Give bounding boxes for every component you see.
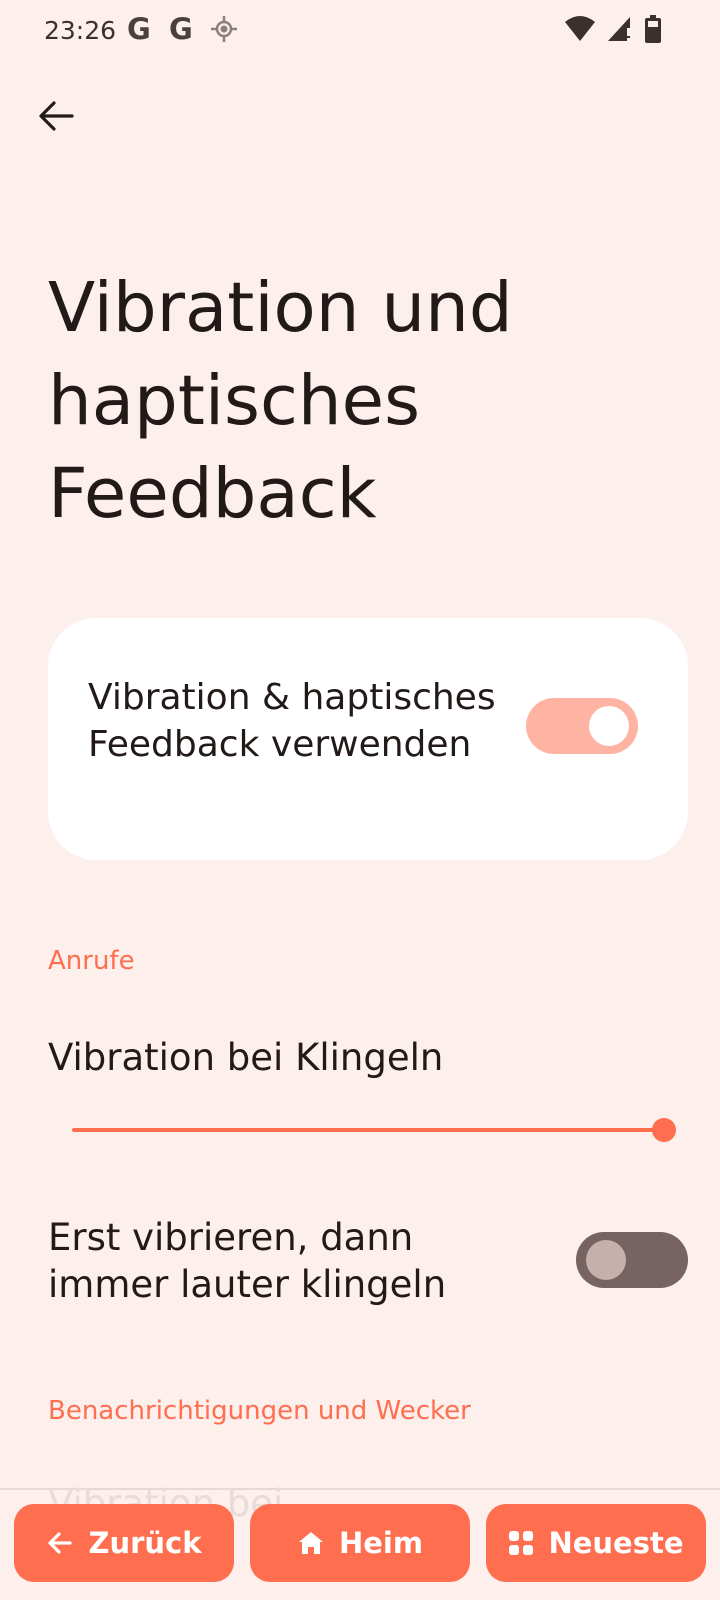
google-icon: G: [126, 12, 154, 49]
arrow-left-icon: [46, 1529, 74, 1557]
nav-home-button[interactable]: Heim: [250, 1504, 470, 1582]
vibrate-then-ring-label: Erst vibrieren, dann immer lauter klinge…: [48, 1216, 447, 1306]
switch-knob: [586, 1240, 626, 1280]
slider-track[interactable]: [72, 1128, 664, 1132]
slider-thumb[interactable]: [652, 1118, 676, 1142]
page-title: Vibration und haptisches Feedback: [48, 268, 513, 534]
svg-text:G: G: [169, 14, 193, 44]
main-toggle-switch[interactable]: [526, 698, 638, 754]
arrow-left-icon: [39, 101, 74, 131]
nav-back-label: Zurück: [88, 1526, 202, 1560]
vibrate-then-ring-switch[interactable]: [576, 1232, 688, 1288]
ring-vibration-title: Vibration bei Klingeln: [48, 1036, 444, 1079]
status-bar: 23:26 G G: [0, 0, 720, 62]
battery-icon: [644, 14, 662, 49]
section-header-calls: Anrufe: [48, 946, 135, 976]
nav-recents-label: Neueste: [548, 1526, 684, 1560]
nav-recents-button[interactable]: Neueste: [486, 1504, 706, 1582]
main-toggle-label: Vibration & haptisches Feedback verwende…: [88, 677, 496, 765]
cell-signal-icon: [606, 14, 634, 49]
location-icon: [210, 14, 238, 49]
recents-icon: [508, 1530, 534, 1556]
section-header-notifications: Benachrichtigungen und Wecker: [48, 1396, 471, 1426]
main-toggle-card[interactable]: Vibration & haptisches Feedback verwende…: [48, 618, 688, 860]
nav-back-button[interactable]: Zurück: [14, 1504, 234, 1582]
switch-knob: [589, 706, 629, 746]
svg-text:G: G: [127, 14, 151, 44]
status-time: 23:26: [44, 16, 117, 45]
google-icon: G: [168, 12, 196, 49]
home-icon: [297, 1529, 325, 1557]
nav-home-label: Heim: [338, 1526, 424, 1560]
wifi-icon: [564, 14, 596, 49]
back-button[interactable]: [34, 94, 78, 138]
